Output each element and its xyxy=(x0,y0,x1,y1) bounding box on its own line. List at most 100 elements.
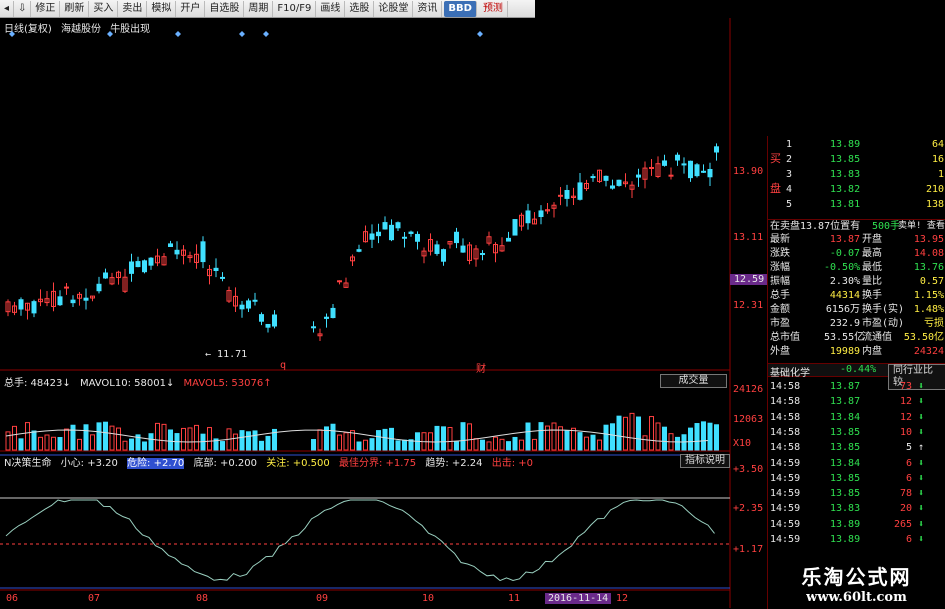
tick-time: 14:58 xyxy=(770,411,801,423)
toolbar-forum-button[interactable]: 论股堂 xyxy=(374,0,414,17)
stat-value: 232.9 xyxy=(829,318,860,329)
toolbar-draw-button[interactable]: 画线 xyxy=(316,0,346,17)
arrow-down-icon: ⬇ xyxy=(918,472,925,484)
tick-row[interactable]: 14:59 13.89 6 ⬇ xyxy=(768,533,945,546)
toolbar-bbd-button[interactable]: BBD xyxy=(444,0,477,17)
stat-label-2: 内盘 xyxy=(862,346,882,357)
toolbar-refresh-button[interactable]: 刷新 xyxy=(60,0,90,17)
toolbar-f10-button[interactable]: F10/F9 xyxy=(273,0,317,17)
candle-body xyxy=(389,224,394,241)
order-detail-link[interactable]: 卖单! 查看详细 xyxy=(898,220,945,233)
indicator-help-button[interactable]: 指标说明 xyxy=(680,454,730,468)
candle-body xyxy=(454,231,459,244)
price-axis-label-2: 13.11 xyxy=(733,232,764,243)
volume-bar xyxy=(694,423,700,451)
stat-label: 总市值 xyxy=(770,332,800,343)
volume-bar xyxy=(493,436,498,451)
stat-label-2: 最低 xyxy=(862,262,882,273)
candle-body xyxy=(311,326,316,329)
bid-volume: 16 xyxy=(931,154,944,165)
candle-body xyxy=(330,307,336,319)
candle-body xyxy=(259,314,264,322)
candle-body xyxy=(649,166,654,169)
volume-bar xyxy=(590,434,596,451)
candle-body xyxy=(707,169,713,178)
toolbar-buy-button[interactable]: 买入 xyxy=(89,0,119,17)
volume-bar xyxy=(714,424,719,451)
tick-time: 14:58 xyxy=(770,426,801,438)
bid-row[interactable]: 5 13.81 138 xyxy=(768,198,945,211)
stat-value-2: 1.15% xyxy=(913,290,944,301)
volume-bar xyxy=(5,431,11,451)
candle-body xyxy=(460,245,466,253)
volume-bar xyxy=(233,433,238,451)
toolbar-back-icon[interactable]: ◂ xyxy=(0,0,15,17)
tick-row[interactable]: 14:58 13.87 12 ⬇ xyxy=(768,395,945,408)
arrow-down-icon: ⬇ xyxy=(918,503,925,515)
tick-row[interactable]: 14:58 13.87 73 ⬇ xyxy=(768,380,945,393)
chart-area[interactable]: 日线(复权) 海越股份 牛股出现 13.90 13.11 12.59 12.31… xyxy=(0,18,769,608)
arrow-down-icon: ⬇ xyxy=(918,518,925,530)
volume-bar xyxy=(369,438,375,451)
indicator-axis-3: +1.17 xyxy=(733,544,764,555)
event-mark-q[interactable]: q xyxy=(280,360,286,371)
toolbar-forecast-button[interactable]: 预测 xyxy=(479,0,508,17)
main-toolbar: ◂ ⇩ 修正 刷新 买入 卖出 模拟 开户 自选股 周期 F10/F9 画线 选… xyxy=(0,0,535,18)
volume-bar xyxy=(168,429,173,451)
toolbar-simulate-button[interactable]: 模拟 xyxy=(147,0,177,17)
tick-row[interactable]: 14:58 13.85 5 ↑ xyxy=(768,441,945,454)
bid-row[interactable]: 3 13.83 1 xyxy=(768,168,945,181)
bid-row[interactable]: 4 13.82 210 xyxy=(768,183,945,196)
candle-body xyxy=(174,249,180,255)
tick-row[interactable]: 14:59 13.89 265 ⬇ xyxy=(768,518,945,531)
volume-ma-line xyxy=(5,429,709,443)
stat-value: -0.07 xyxy=(829,248,860,259)
candle-body xyxy=(408,231,414,234)
tick-row[interactable]: 14:59 13.83 20 ⬇ xyxy=(768,502,945,515)
volume-bar xyxy=(109,425,115,451)
candle-body xyxy=(538,210,544,218)
tick-price: 13.85 xyxy=(830,426,861,438)
tick-volume: 73 xyxy=(899,381,912,392)
tick-volume: 12 xyxy=(899,396,912,408)
arrow-down-icon: ⬇ xyxy=(918,457,925,469)
big-order-notice[interactable]: 在卖盘13.87位置有 500手 卖单! 查看详细 xyxy=(768,219,945,232)
toolbar-up-icon[interactable]: ⇩ xyxy=(14,0,32,17)
tick-volume: 20 xyxy=(899,503,912,515)
candle-body xyxy=(213,267,219,271)
bid-row[interactable]: 2 13.85 16 xyxy=(768,153,945,166)
bid-volume: 138 xyxy=(925,199,944,210)
indicator-param-strike: 出击: +0 xyxy=(491,458,534,469)
tick-row[interactable]: 14:58 13.85 10 ⬇ xyxy=(768,426,945,439)
volume-bar xyxy=(129,438,134,451)
event-mark-finance[interactable]: 财 xyxy=(476,360,486,375)
toolbar-sell-button[interactable]: 卖出 xyxy=(118,0,148,17)
tick-row[interactable]: 14:59 13.85 6 ⬇ xyxy=(768,472,945,485)
candle-body xyxy=(395,222,401,229)
tick-row[interactable]: 14:59 13.85 78 ⬇ xyxy=(768,487,945,500)
stat-row: 总市值 53.55亿 流通值 53.50亿 xyxy=(768,331,945,344)
volume-button[interactable]: 成交量 xyxy=(660,374,727,388)
stat-label: 金额 xyxy=(770,304,790,315)
tick-row[interactable]: 14:58 13.84 12 ⬇ xyxy=(768,411,945,424)
candle-body xyxy=(129,261,134,274)
volume-bar xyxy=(259,440,264,451)
toolbar-screener-button[interactable]: 选股 xyxy=(345,0,375,17)
toolbar-period-button[interactable]: 周期 xyxy=(244,0,274,17)
volume-bar xyxy=(616,415,622,451)
toolbar-watchlist-button[interactable]: 自选股 xyxy=(205,0,245,17)
toolbar-news-button[interactable]: 资讯 xyxy=(413,0,443,17)
volume-bar xyxy=(38,436,43,451)
volume-bar xyxy=(311,439,316,451)
candle-body xyxy=(590,176,596,179)
sector-name[interactable]: 基础化学 xyxy=(770,364,810,379)
stat-label-2: 量比 xyxy=(862,276,882,287)
date-label-12: 12 xyxy=(616,593,629,604)
bid-row[interactable]: 1 13.89 64 xyxy=(768,138,945,151)
toolbar-modify-button[interactable]: 修正 xyxy=(31,0,61,17)
stat-value-2: 14.08 xyxy=(913,248,944,259)
candle-body xyxy=(616,179,622,186)
tick-row[interactable]: 14:59 13.84 6 ⬇ xyxy=(768,457,945,470)
cursor-date-tag: 2016-11-14 xyxy=(545,593,612,604)
toolbar-open-account-button[interactable]: 开户 xyxy=(176,0,206,17)
